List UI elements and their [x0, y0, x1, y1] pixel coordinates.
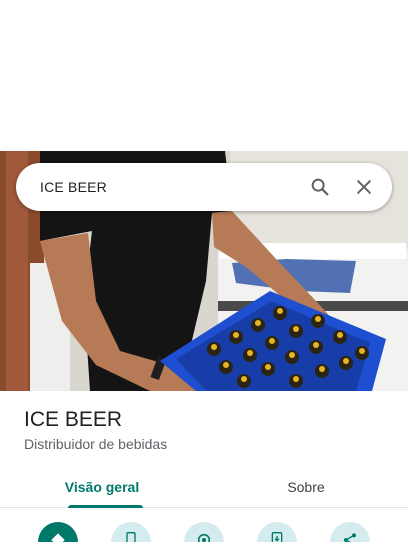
- share-button[interactable]: [330, 522, 370, 542]
- directions-button[interactable]: [38, 522, 78, 542]
- directions-icon: [50, 532, 66, 542]
- call-button[interactable]: [111, 522, 151, 542]
- map-blank-area: [0, 0, 408, 151]
- save-icon: [196, 532, 212, 542]
- share-icon: [342, 532, 358, 542]
- tab-about[interactable]: Sobre: [204, 466, 408, 508]
- close-icon[interactable]: [344, 167, 384, 207]
- search-input[interactable]: ICE BEER: [40, 179, 300, 195]
- save-button[interactable]: [184, 522, 224, 542]
- search-bar[interactable]: ICE BEER: [16, 163, 392, 211]
- place-title: ICE BEER: [24, 408, 123, 431]
- search-icon[interactable]: [300, 167, 340, 207]
- tab-overview[interactable]: Visão geral: [0, 466, 204, 508]
- action-buttons: [0, 518, 408, 542]
- phone-icon: [124, 532, 138, 542]
- send-to-phone-icon: [270, 532, 284, 542]
- place-tabs: Visão geral Sobre: [0, 466, 408, 508]
- tab-selected-indicator: [68, 505, 143, 508]
- place-category: Distribuidor de bebidas: [24, 436, 168, 452]
- send-to-phone-button[interactable]: [257, 522, 297, 542]
